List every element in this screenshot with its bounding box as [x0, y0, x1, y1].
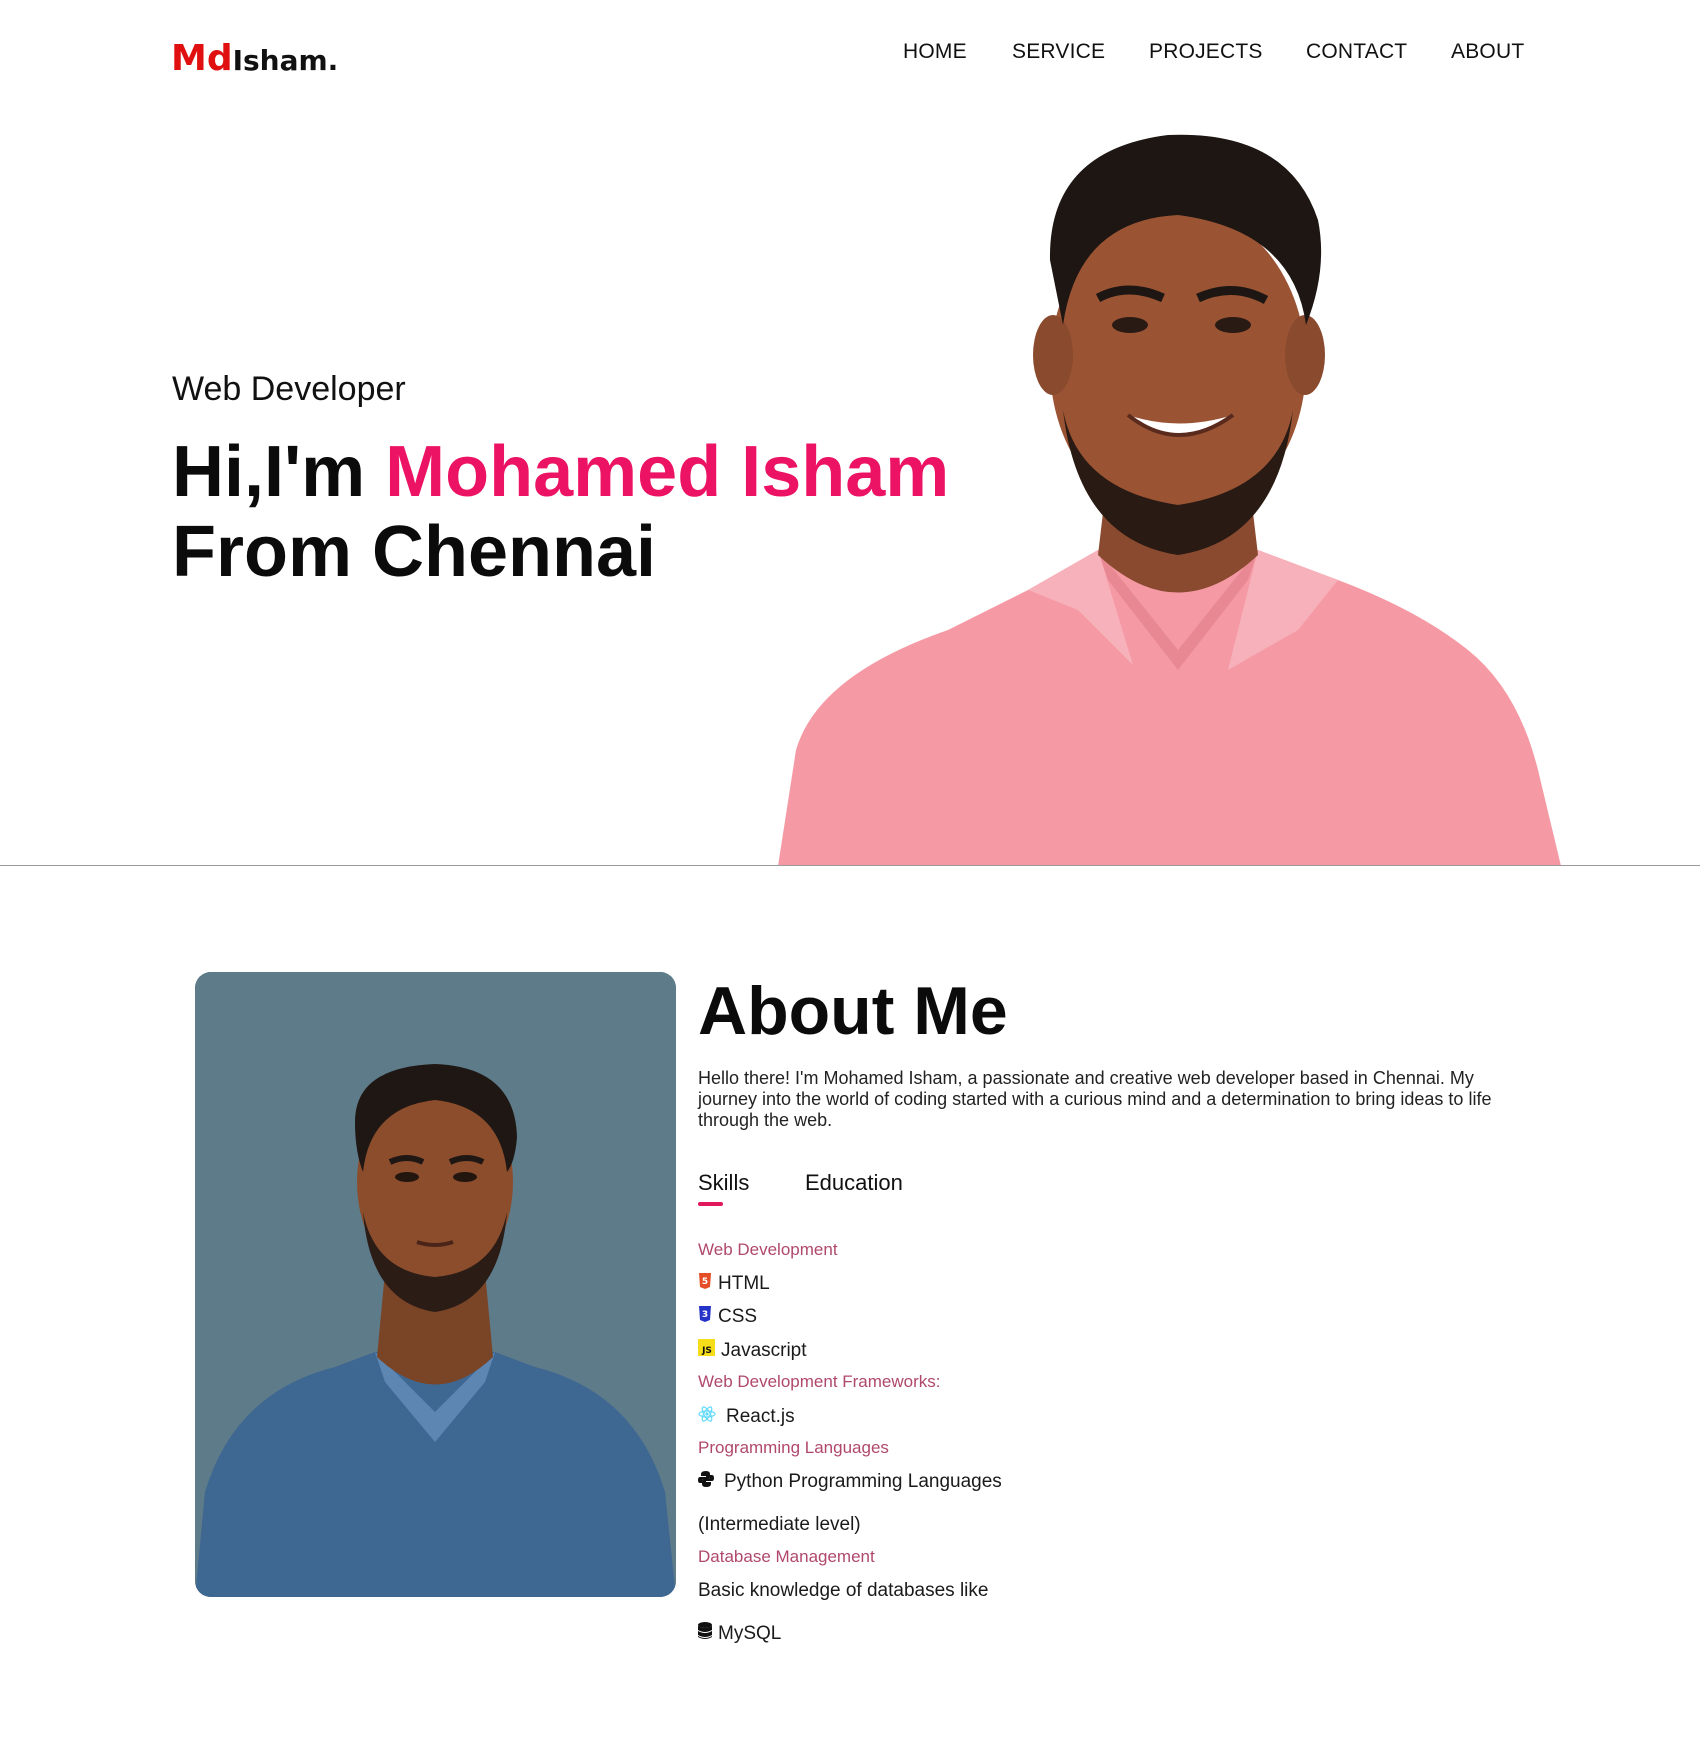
database-icon: [698, 1622, 712, 1646]
hero-portrait: [778, 134, 1561, 866]
tab-active-indicator: [698, 1202, 723, 1206]
category-web-development: Web Development: [698, 1240, 838, 1259]
navbar: MdIsham. HOME SERVICE PROJECTS CONTACT A…: [0, 0, 1700, 110]
skill-javascript-label: Javascript: [721, 1339, 807, 1361]
database-description: Basic knowledge of databases like: [698, 1580, 989, 1601]
svg-text:5: 5: [702, 1277, 708, 1287]
skill-css: 3 CSS: [698, 1306, 757, 1328]
svg-text:JS: JS: [701, 1346, 712, 1356]
category-programming-languages: Programming Languages: [698, 1438, 889, 1457]
skill-html-label: HTML: [718, 1273, 770, 1294]
category-database: Database Management: [698, 1547, 875, 1566]
nav-contact[interactable]: CONTACT: [1306, 40, 1407, 64]
python-icon: [698, 1471, 714, 1493]
hero-location: From Chennai: [172, 512, 657, 592]
svg-text:3: 3: [702, 1310, 708, 1320]
about-title: About Me: [698, 973, 1008, 1049]
nav-home[interactable]: HOME: [903, 40, 967, 64]
skill-python-level: (Intermediate level): [698, 1514, 861, 1535]
nav-about[interactable]: ABOUT: [1451, 40, 1524, 64]
section-divider: [0, 865, 1700, 866]
skill-mysql: MySQL: [698, 1622, 781, 1646]
skill-javascript: JS Javascript: [698, 1339, 807, 1362]
about-tabs: Skills Education: [698, 1170, 1098, 1210]
skill-css-label: CSS: [718, 1306, 758, 1327]
category-frameworks: Web Development Frameworks:: [698, 1372, 941, 1391]
nav-links: HOME SERVICE PROJECTS CONTACT ABOUT: [0, 40, 1700, 70]
javascript-icon: JS: [698, 1339, 715, 1362]
tab-education[interactable]: Education: [805, 1170, 903, 1196]
skill-mysql-label: MySQL: [718, 1623, 782, 1644]
skill-html: 5 HTML: [698, 1273, 770, 1295]
css3-icon: 3: [698, 1306, 712, 1328]
about-portrait: [195, 972, 676, 1597]
skill-python-label: Python Programming Languages: [724, 1471, 1002, 1492]
skill-react-label: React.js: [726, 1406, 795, 1427]
tab-skills[interactable]: Skills: [698, 1170, 749, 1196]
skill-python: Python Programming Languages: [698, 1471, 1002, 1493]
nav-service[interactable]: SERVICE: [1012, 40, 1105, 64]
react-icon: [698, 1405, 716, 1429]
about-description: Hello there! I'm Mohamed Isham, a passio…: [698, 1068, 1492, 1130]
hero-section: Web Developer Hi,I'm Mohamed Isham From …: [0, 110, 1700, 866]
hero-greeting: Hi,I'm: [172, 432, 386, 512]
nav-projects[interactable]: PROJECTS: [1149, 40, 1263, 64]
hero-role: Web Developer: [172, 370, 406, 408]
html5-icon: 5: [698, 1273, 712, 1295]
skill-react: React.js: [698, 1405, 795, 1429]
